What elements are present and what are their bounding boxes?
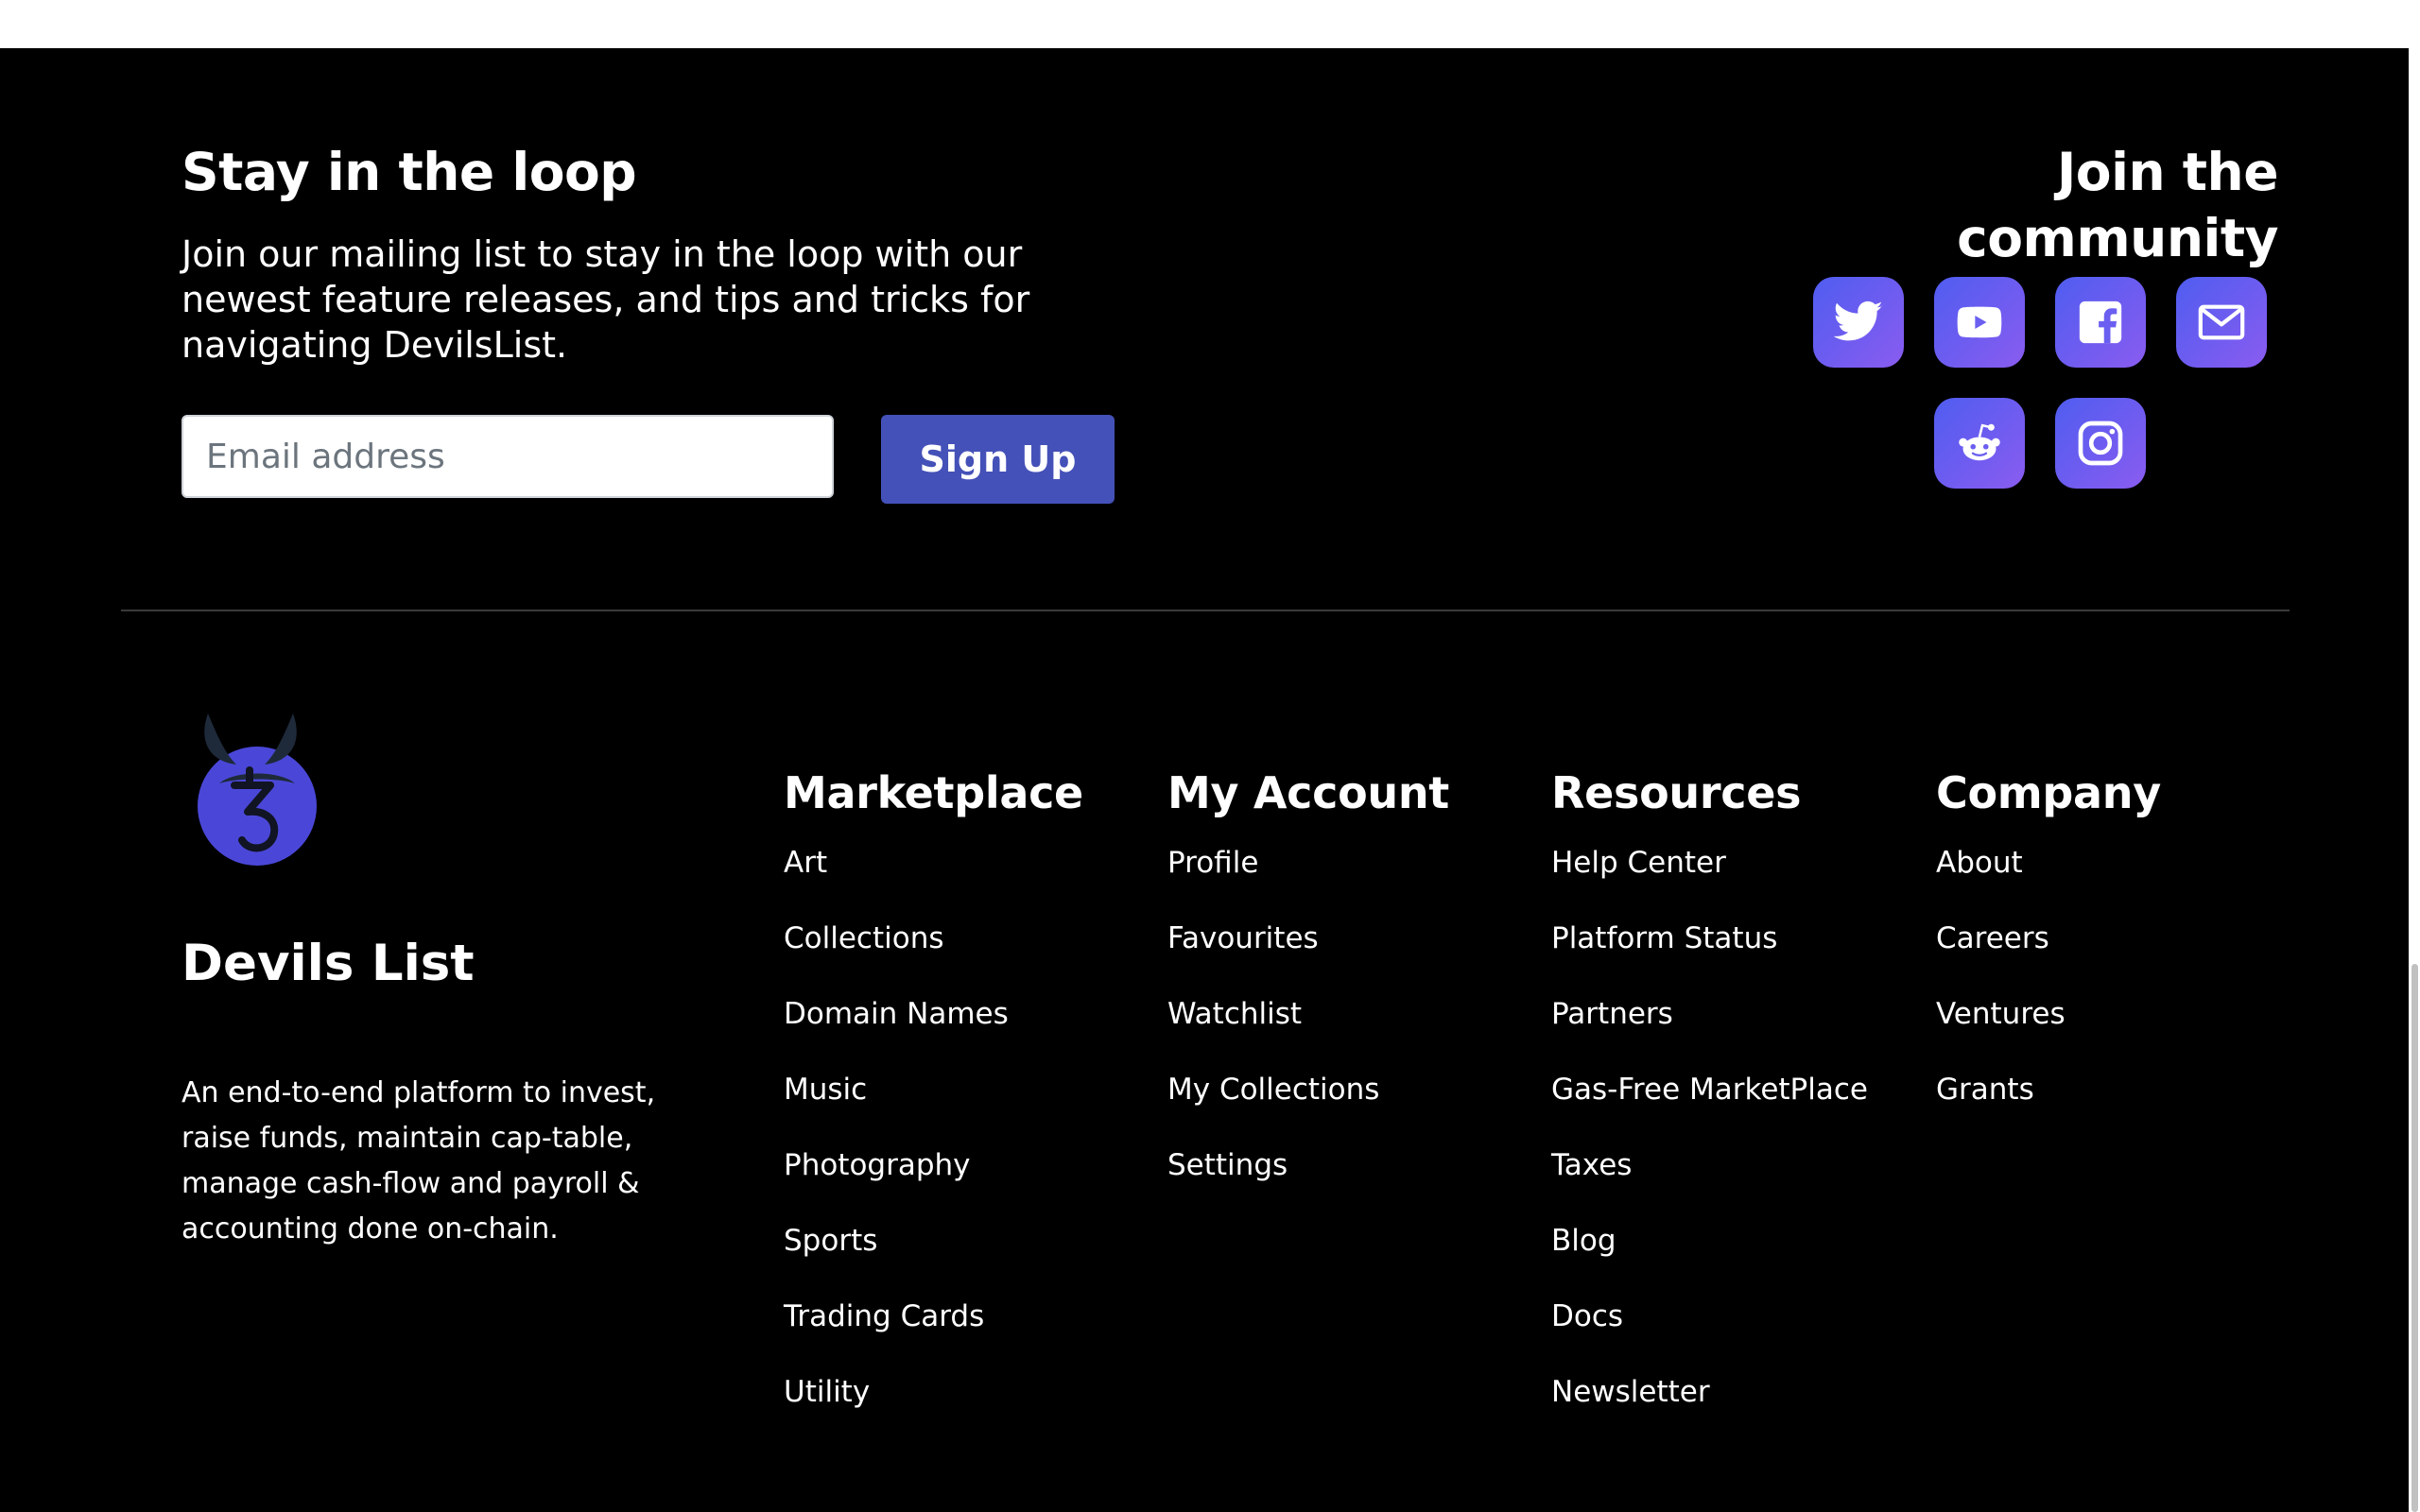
column-title: My Account bbox=[1167, 767, 1449, 818]
column-my-account: My Account Profile Favourites Watchlist … bbox=[1167, 759, 1449, 1222]
newsletter-description: Join our mailing list to stay in the loo… bbox=[182, 233, 1030, 366]
footer-link-grants[interactable]: Grants bbox=[1936, 1073, 2034, 1107]
footer-link-careers[interactable]: Careers bbox=[1936, 921, 2049, 955]
top-strip bbox=[0, 0, 2420, 48]
footer-link-music[interactable]: Music bbox=[784, 1073, 867, 1107]
footer-link-newsletter[interactable]: Newsletter bbox=[1551, 1375, 1710, 1409]
community-title: Join the community bbox=[1957, 142, 2278, 268]
footer-link-settings[interactable]: Settings bbox=[1167, 1148, 1288, 1182]
instagram-link[interactable] bbox=[2055, 398, 2146, 489]
footer-link-favourites[interactable]: Favourites bbox=[1167, 921, 1319, 955]
reddit-icon bbox=[1959, 423, 2000, 461]
column-marketplace: Marketplace Art Collections Domain Names… bbox=[784, 759, 1083, 1449]
footer-link-profile[interactable]: Profile bbox=[1167, 846, 1258, 880]
site-footer: Stay in the loop Join our mailing list t… bbox=[0, 48, 2409, 1512]
footer-link-my-collections[interactable]: My Collections bbox=[1167, 1073, 1379, 1107]
facebook-link[interactable] bbox=[2055, 277, 2146, 368]
column-title: Resources bbox=[1551, 767, 1802, 818]
devil-tezos-logo[interactable] bbox=[185, 712, 327, 872]
youtube-icon bbox=[1957, 306, 2002, 338]
column-company: Company About Careers Ventures Grants bbox=[1936, 759, 2161, 1146]
scrollbar-thumb[interactable] bbox=[2411, 964, 2418, 1512]
column-resources: Resources Help Center Platform Status Pa… bbox=[1551, 759, 1868, 1449]
footer-link-partners[interactable]: Partners bbox=[1551, 997, 1673, 1031]
footer-link-gas-free-marketplace[interactable]: Gas-Free MarketPlace bbox=[1551, 1073, 1868, 1107]
email-link[interactable] bbox=[2176, 277, 2267, 368]
facebook-icon bbox=[2079, 301, 2122, 344]
signup-button[interactable]: Sign Up bbox=[881, 415, 1115, 504]
footer-link-art[interactable]: Art bbox=[784, 846, 827, 880]
footer-link-platform-status[interactable]: Platform Status bbox=[1551, 921, 1777, 955]
footer-link-utility[interactable]: Utility bbox=[784, 1375, 870, 1409]
twitter-link[interactable] bbox=[1813, 277, 1904, 368]
email-input[interactable] bbox=[182, 415, 834, 498]
brand-name: Devils List bbox=[182, 935, 475, 992]
footer-link-watchlist[interactable]: Watchlist bbox=[1167, 997, 1302, 1031]
footer-link-photography[interactable]: Photography bbox=[784, 1148, 971, 1182]
page: Stay in the loop Join our mailing list t… bbox=[0, 0, 2420, 1512]
newsletter-title: Stay in the loop bbox=[182, 142, 637, 202]
footer-link-taxes[interactable]: Taxes bbox=[1551, 1148, 1632, 1182]
footer-link-blog[interactable]: Blog bbox=[1551, 1224, 1616, 1258]
youtube-link[interactable] bbox=[1934, 277, 2025, 368]
twitter-icon bbox=[1833, 301, 1883, 341]
footer-link-help-center[interactable]: Help Center bbox=[1551, 846, 1726, 880]
footer-link-domain-names[interactable]: Domain Names bbox=[784, 997, 1009, 1031]
brand-description: An end-to-end platform to invest, raise … bbox=[182, 1076, 656, 1246]
footer-link-about[interactable]: About bbox=[1936, 846, 2023, 880]
mail-icon bbox=[2198, 304, 2245, 340]
footer-link-ventures[interactable]: Ventures bbox=[1936, 997, 2066, 1031]
reddit-link[interactable] bbox=[1934, 398, 2025, 489]
column-title: Company bbox=[1936, 767, 2161, 818]
footer-divider bbox=[121, 610, 2290, 611]
footer-link-trading-cards[interactable]: Trading Cards bbox=[784, 1299, 984, 1333]
footer-link-collections[interactable]: Collections bbox=[784, 921, 944, 955]
footer-link-docs[interactable]: Docs bbox=[1551, 1299, 1623, 1333]
column-title: Marketplace bbox=[784, 767, 1083, 818]
instagram-icon bbox=[2078, 421, 2123, 466]
footer-link-sports[interactable]: Sports bbox=[784, 1224, 877, 1258]
